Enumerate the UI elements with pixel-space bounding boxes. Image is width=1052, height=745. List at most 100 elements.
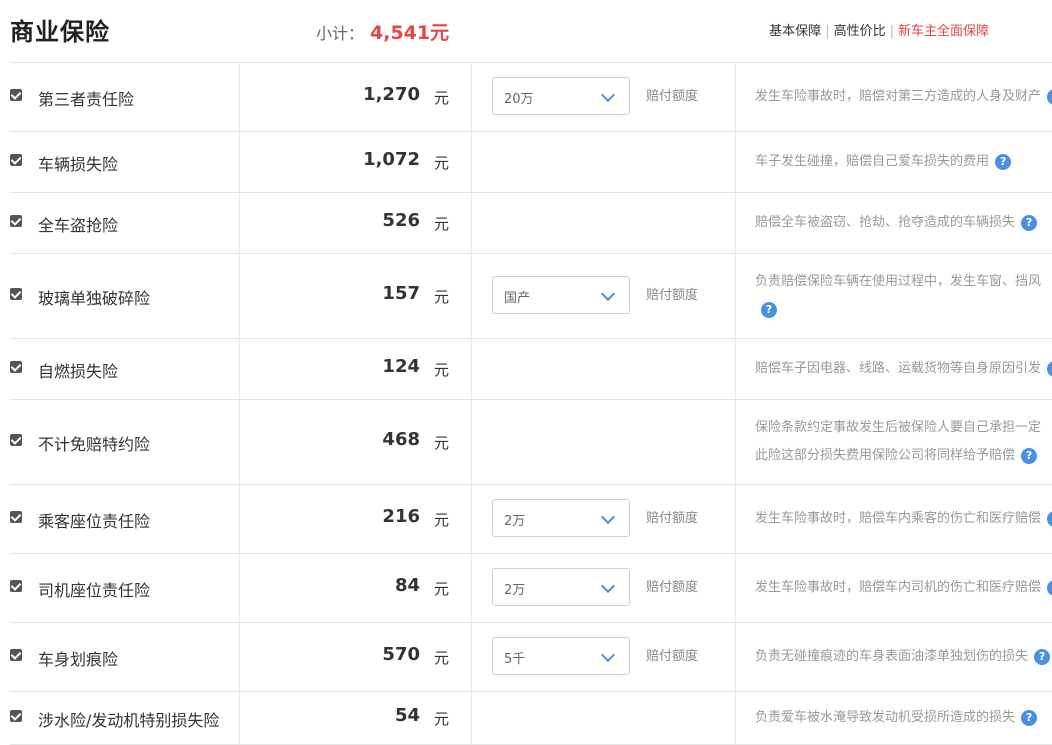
table-row: 自燃损失险 124 元 赔偿车子因电器、线路、运载货物等自身原因引发? [10,339,1052,400]
question-icon[interactable]: ? [761,301,777,318]
description-text: 负责赔偿保险车辆在使用过程中，发生车窗、挡风 [755,274,1042,289]
description-text: 此险这部分损失费用保险公司将同样给予赔偿 [755,448,1016,463]
chevron-down-icon [600,87,616,103]
coverage-description: 负责赔偿保险车辆在使用过程中，发生车窗、挡风? [755,268,1052,324]
amount-select-value: 2万 [504,583,526,598]
checkbox-icon[interactable] [10,649,22,661]
question-icon[interactable]: ? [1021,709,1038,726]
table-row: 涉水险/发动机特别损失险 54 元 负责爱车被水淹导致发动机受损所造成的损失? [10,692,1052,745]
checkbox-icon[interactable] [10,710,22,722]
coverage-name: 涉水险/发动机特别损失险 [38,711,220,730]
insurance-table: 第三者责任险 1,270 元 20万 赔付额度 发生车险事故时，赔偿对第三方造成的人身… [10,62,1052,745]
coverage-description: 发生车险事故时，赔偿车内司机的伤亡和医疗赔偿? [755,574,1052,602]
coverage-name: 车辆损失险 [38,155,119,174]
question-icon[interactable]: ? [1047,579,1052,596]
coverage-name: 全车盗抢险 [38,216,119,235]
amount-label: 赔付额度 [646,649,699,664]
checkbox-icon[interactable] [10,154,22,166]
coverage-description: 发生车险事故时，赔偿对第三方造成的人身及财产? [755,83,1052,111]
coverage-price: 1,072 [363,149,420,170]
description-text: 车子发生碰撞，赔偿自己爱车损失的费用 [755,154,990,169]
checkbox-icon[interactable] [10,288,22,300]
amount-label: 赔付额度 [646,89,699,104]
checkbox-icon[interactable] [10,511,22,523]
coverage-name: 玻璃单独破碎险 [38,289,151,308]
checkbox-icon[interactable] [10,89,22,101]
amount-select-value: 2万 [504,514,526,529]
amount-select[interactable]: 20万 [492,77,630,115]
coverage-price: 1,270 [363,84,420,105]
amount-select-value: 20万 [504,92,534,107]
coverage-description: 负责爱车被水淹导致发动机受损所造成的损失? [755,704,1052,732]
page-title: 商业保险 [10,18,110,46]
coverage-name: 不计免赔特约险 [38,435,151,454]
table-row: 车身划痕险 570 元 5千 赔付额度 负责无碰撞痕迹的车身表面油漆单独划伤的损失? [10,623,1052,692]
coverage-price: 570 [382,644,420,665]
checkbox-icon[interactable] [10,361,22,373]
coverage-price: 526 [382,210,420,231]
table-row: 车辆损失险 1,072 元 车子发生碰撞，赔偿自己爱车损失的费用? [10,132,1052,193]
plan-options: 基本保障 | 高性价比 | 新车主全面保障 [769,24,989,39]
question-icon[interactable]: ? [1021,447,1038,464]
chevron-down-icon [600,647,616,663]
coverage-price: 216 [382,506,420,527]
table-row: 玻璃单独破碎险 157 元 国产 赔付额度 负责赔偿保险车辆在使用过程中，发生车窗、挡… [10,254,1052,339]
plan-value[interactable]: 高性价比 [834,24,886,39]
coverage-price: 124 [382,356,420,377]
amount-select[interactable]: 国产 [492,276,630,314]
amount-label: 赔付额度 [646,511,699,526]
price-unit: 元 [434,361,450,379]
description-text: 赔偿全车被盗窃、抢劫、抢夺造成的车辆损失 [755,215,1016,230]
description-text: 负责爱车被水淹导致发动机受损所造成的损失 [755,710,1016,725]
coverage-price: 84 [394,575,420,596]
description-text: 赔偿车子因电器、线路、运载货物等自身原因引发 [755,361,1042,376]
coverage-name: 司机座位责任险 [38,581,151,600]
chevron-down-icon [600,286,616,302]
checkbox-icon[interactable] [10,434,22,446]
coverage-description: 车子发生碰撞，赔偿自己爱车损失的费用? [755,148,1052,176]
price-unit: 元 [434,511,450,529]
coverage-price: 54 [394,705,420,726]
question-icon[interactable]: ? [1047,510,1052,527]
price-unit: 元 [434,288,450,306]
checkbox-icon[interactable] [10,580,22,592]
table-row: 乘客座位责任险 216 元 2万 赔付额度 发生车险事故时，赔偿车内乘客的伤亡和医疗赔… [10,485,1052,554]
coverage-price: 157 [382,283,420,304]
price-unit: 元 [434,89,450,107]
amount-select-value: 5千 [504,652,526,667]
coverage-description: 发生车险事故时，赔偿车内乘客的伤亡和医疗赔偿? [755,505,1052,533]
coverage-name: 车身划痕险 [38,650,119,669]
description-text: 发生车险事故时，赔偿车内乘客的伤亡和医疗赔偿 [755,511,1042,526]
amount-select[interactable]: 5千 [492,637,630,675]
description-text: 发生车险事故时，赔偿对第三方造成的人身及财产 [755,89,1042,104]
coverage-name: 乘客座位责任险 [38,512,151,531]
table-row: 全车盗抢险 526 元 赔偿全车被盗窃、抢劫、抢夺造成的车辆损失? [10,193,1052,254]
description-text: 保险条款约定事故发生后被保险人要自己承担一定 [755,420,1042,435]
coverage-description: 保险条款约定事故发生后被保险人要自己承担一定 此险这部分损失费用保险公司将同样给予… [755,414,1052,470]
description-text: 负责无碰撞痕迹的车身表面油漆单独划伤的损失 [755,649,1029,664]
table-row: 司机座位责任险 84 元 2万 赔付额度 发生车险事故时，赔偿车内司机的伤亡和医疗赔偿… [10,554,1052,623]
amount-select[interactable]: 2万 [492,499,630,537]
coverage-description: 赔偿车子因电器、线路、运载货物等自身原因引发? [755,355,1052,383]
checkbox-icon[interactable] [10,215,22,227]
question-icon[interactable]: ? [995,153,1012,170]
coverage-name: 第三者责任险 [38,90,135,109]
subtotal-label: 小计： [316,24,365,43]
coverage-name: 自燃损失险 [38,362,119,381]
subtotal-value: 4,541元 [370,22,450,44]
amount-label: 赔付额度 [646,288,699,303]
subtotal: 小计： 4,541元 [316,18,449,45]
question-icon[interactable]: ? [1034,648,1051,665]
question-icon[interactable]: ? [1047,360,1052,377]
price-unit: 元 [434,580,450,598]
description-text: 发生车险事故时，赔偿车内司机的伤亡和医疗赔偿 [755,580,1042,595]
price-unit: 元 [434,215,450,233]
amount-select[interactable]: 2万 [492,568,630,606]
price-unit: 元 [434,434,450,452]
question-icon[interactable]: ? [1047,88,1052,105]
table-row: 第三者责任险 1,270 元 20万 赔付额度 发生车险事故时，赔偿对第三方造成的人身… [10,63,1052,132]
coverage-description: 负责无碰撞痕迹的车身表面油漆单独划伤的损失? [755,643,1052,671]
plan-new-owner[interactable]: 新车主全面保障 [898,24,989,39]
question-icon[interactable]: ? [1021,214,1038,231]
plan-basic[interactable]: 基本保障 [769,24,821,39]
